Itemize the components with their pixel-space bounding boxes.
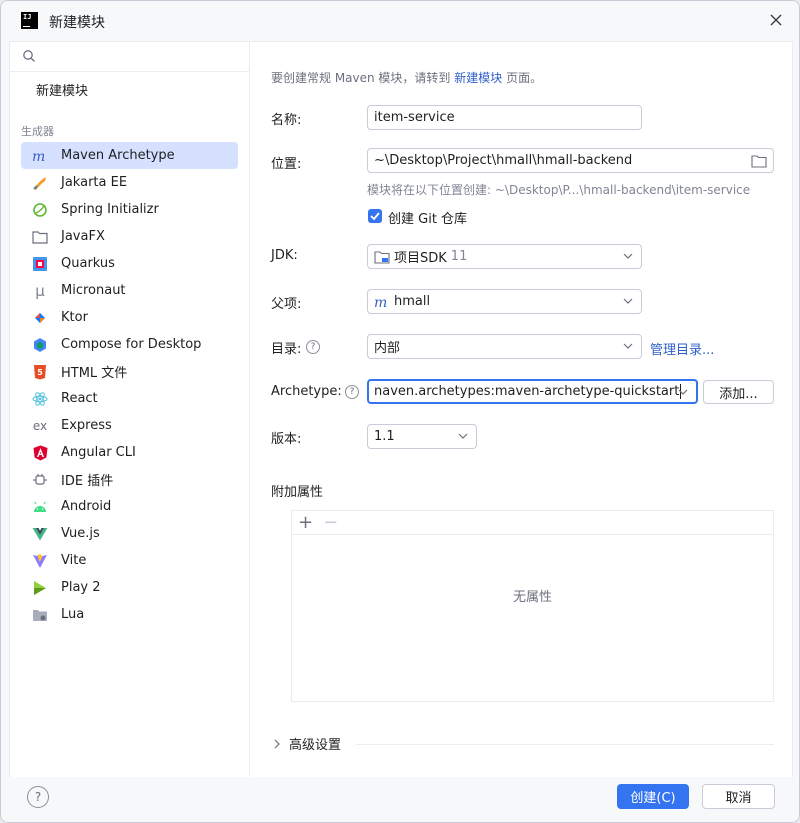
- spring-icon: [31, 201, 49, 219]
- new-module-dialog: IJ 新建模块 新建模块 生成器 m Maven Archetype Jakar…: [0, 0, 800, 823]
- archetype-label: Archetype:: [271, 384, 342, 399]
- browse-folder-icon[interactable]: [751, 154, 767, 168]
- location-field[interactable]: ~\Desktop\Project\hmall\hmall-backend: [367, 148, 774, 173]
- add-archetype-button[interactable]: 添加...: [703, 380, 774, 404]
- add-icon[interactable]: +: [298, 513, 313, 532]
- sidebar-item-lua[interactable]: Lua: [21, 601, 238, 628]
- vue-icon: [31, 525, 49, 543]
- sidebar-item-spring-initializr[interactable]: Spring Initializr: [21, 196, 238, 223]
- title-bar: IJ 新建模块: [1, 1, 799, 41]
- react-icon: [31, 390, 49, 408]
- sidebar-item-android[interactable]: Android: [21, 493, 238, 520]
- ktor-icon: [31, 309, 49, 327]
- cancel-button[interactable]: 取消: [702, 784, 775, 809]
- angular-icon: [31, 444, 49, 462]
- jdk-dropdown[interactable]: 项目SDK 11: [367, 244, 642, 269]
- folder-icon: [31, 228, 49, 246]
- close-icon[interactable]: [767, 11, 785, 29]
- sidebar-search: [10, 42, 250, 72]
- properties-toolbar: + −: [292, 511, 773, 535]
- maven-icon: m: [31, 147, 49, 165]
- html5-icon: 5: [31, 363, 49, 381]
- sidebar-item-maven-archetype[interactable]: m Maven Archetype: [21, 142, 238, 169]
- chevron-down-icon: [623, 343, 633, 349]
- catalog-label: 目录:: [271, 342, 302, 357]
- sidebar-item-compose-desktop[interactable]: Compose for Desktop: [21, 331, 238, 358]
- android-icon: [31, 498, 49, 516]
- chevron-down-icon: [623, 253, 633, 259]
- jakarta-icon: [31, 174, 49, 192]
- archetype-help-icon[interactable]: ?: [345, 385, 359, 399]
- sidebar-item-play2[interactable]: Play 2: [21, 574, 238, 601]
- properties-table: + − 无属性: [291, 510, 774, 702]
- generators-section-label: 生成器: [21, 125, 54, 138]
- location-hint: 模块将在以下位置创建: ~\Desktop\P...\hmall-backend…: [367, 183, 751, 197]
- create-git-label: 创建 Git 仓库: [388, 212, 468, 227]
- sidebar-item-html[interactable]: 5 HTML 文件: [21, 358, 238, 385]
- chevron-down-icon: [458, 433, 468, 439]
- module-form: 要创建常规 Maven 模块，请转到 新建模块 页面。 名称: item-ser…: [251, 42, 794, 777]
- parent-dropdown[interactable]: m hmall: [367, 289, 642, 314]
- manage-catalogs-link[interactable]: 管理目录...: [650, 339, 714, 358]
- sidebar-item-ide-plugin[interactable]: IDE 插件: [21, 466, 238, 493]
- version-label: 版本:: [271, 432, 302, 447]
- sidebar-item-react[interactable]: React: [21, 385, 238, 412]
- location-label: 位置:: [271, 157, 302, 172]
- create-git-checkbox[interactable]: [368, 209, 382, 223]
- sidebar-item-javafx[interactable]: JavaFX: [21, 223, 238, 250]
- generator-sidebar: 新建模块 生成器 m Maven Archetype Jakarta EE Sp…: [10, 42, 250, 777]
- sidebar-item-vue[interactable]: Vue.js: [21, 520, 238, 547]
- sidebar-item-express[interactable]: ex Express: [21, 412, 238, 439]
- divider: [356, 744, 774, 745]
- maven-hint: 要创建常规 Maven 模块，请转到 新建模块 页面。: [271, 71, 543, 85]
- generator-list: m Maven Archetype Jakarta EE Spring Init…: [21, 142, 238, 628]
- svg-text:m: m: [32, 149, 45, 163]
- dialog-title: 新建模块: [49, 15, 105, 31]
- micronaut-icon: μ: [35, 281, 45, 300]
- dialog-footer: ? 创建(C) 取消: [1, 777, 799, 822]
- dialog-content: 新建模块 生成器 m Maven Archetype Jakarta EE Sp…: [9, 41, 793, 777]
- quarkus-icon: [31, 255, 49, 273]
- compose-icon: [31, 336, 49, 354]
- sidebar-item-angular-cli[interactable]: Angular CLI: [21, 439, 238, 466]
- chevron-right-icon: [274, 739, 280, 748]
- empty-properties-text: 无属性: [512, 590, 552, 605]
- catalog-dropdown[interactable]: 内部: [367, 334, 642, 359]
- sidebar-item-jakarta-ee[interactable]: Jakarta EE: [21, 169, 238, 196]
- chevron-down-icon: [623, 298, 633, 304]
- lua-folder-icon: [31, 606, 49, 624]
- new-module-link[interactable]: 新建模块: [454, 71, 502, 85]
- version-dropdown[interactable]: 1.1: [367, 424, 477, 449]
- sidebar-item-quarkus[interactable]: Quarkus: [21, 250, 238, 277]
- plugin-icon: [31, 471, 49, 489]
- checkmark-icon: [370, 212, 380, 221]
- express-icon: ex: [32, 418, 48, 433]
- advanced-settings-toggle[interactable]: 高级设置: [273, 734, 341, 753]
- name-label: 名称:: [271, 113, 302, 128]
- search-icon: [23, 50, 35, 62]
- sidebar-item-ktor[interactable]: Ktor: [21, 304, 238, 331]
- sidebar-item-new-module[interactable]: 新建模块: [36, 80, 88, 99]
- search-input[interactable]: [42, 46, 242, 68]
- remove-icon[interactable]: −: [323, 513, 338, 532]
- svg-text:5: 5: [37, 368, 43, 377]
- play-icon: [31, 579, 49, 597]
- create-button[interactable]: 创建(C): [617, 784, 689, 809]
- parent-label: 父项:: [271, 297, 302, 312]
- sidebar-item-vite[interactable]: Vite: [21, 547, 238, 574]
- jdk-label: JDK:: [271, 248, 298, 263]
- maven-icon: m: [374, 295, 387, 309]
- chevron-down-icon[interactable]: [678, 388, 688, 396]
- intellij-icon: IJ: [21, 12, 38, 29]
- vite-icon: [31, 552, 49, 570]
- additional-properties-title: 附加属性: [271, 485, 324, 500]
- archetype-combobox[interactable]: naven.archetypes:maven-archetype-quickst…: [367, 379, 698, 404]
- help-icon[interactable]: ?: [27, 786, 49, 808]
- sdk-folder-icon: [374, 250, 390, 264]
- sidebar-item-micronaut[interactable]: μ Micronaut: [21, 277, 238, 304]
- svg-text:m: m: [374, 295, 387, 309]
- name-field[interactable]: item-service: [367, 105, 642, 130]
- catalog-help-icon[interactable]: ?: [306, 340, 320, 354]
